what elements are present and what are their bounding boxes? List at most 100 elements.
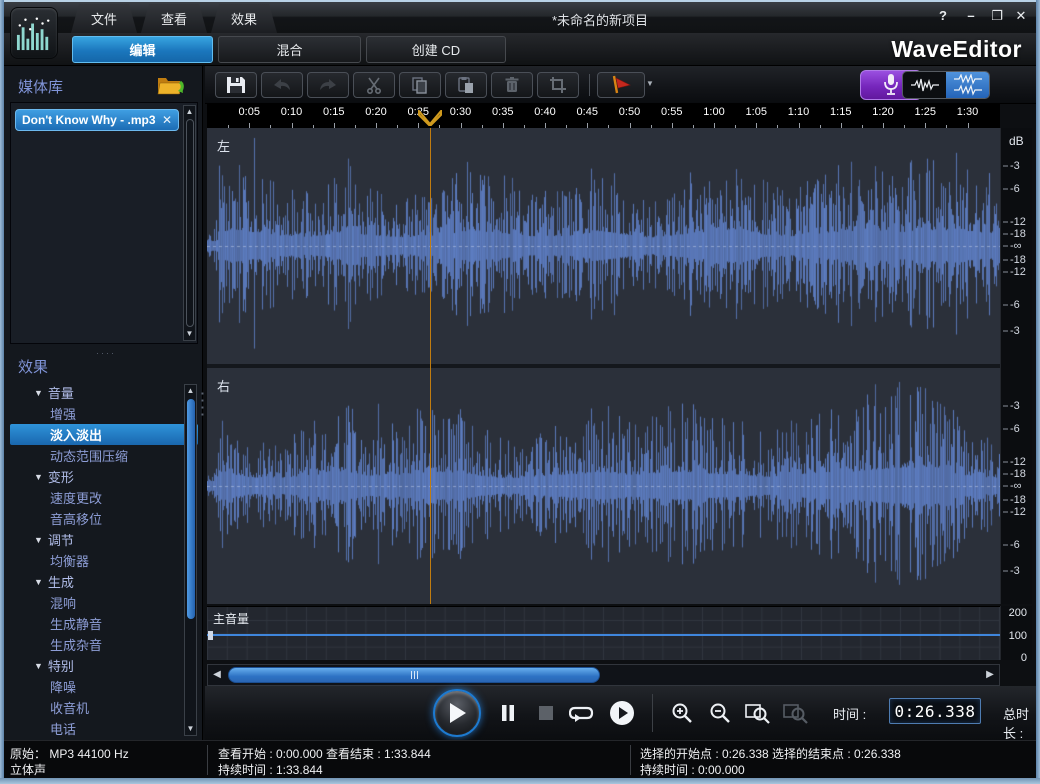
collapse-arrow-icon[interactable]: ▼ bbox=[34, 388, 43, 398]
pause-icon bbox=[501, 704, 515, 722]
zoom-in-button[interactable] bbox=[667, 698, 697, 728]
close-button[interactable]: ✕ bbox=[1010, 7, 1032, 25]
open-folder-icon[interactable] bbox=[156, 72, 188, 103]
sidebar-resize-grip[interactable]: ▪▪▪▪ bbox=[201, 390, 204, 418]
db-tick-label: -6 bbox=[1010, 183, 1020, 195]
single-waveform-view-button[interactable] bbox=[903, 72, 946, 98]
stop-button[interactable] bbox=[531, 698, 561, 728]
crop-button[interactable] bbox=[537, 72, 579, 98]
media-list-scrollbar[interactable]: ▲ ▼ bbox=[183, 105, 196, 341]
effect-tree-item[interactable]: 均衡器 bbox=[10, 550, 198, 571]
scroll-down-icon[interactable]: ▼ bbox=[185, 724, 196, 734]
effect-tree-item[interactable]: ▼特别 bbox=[10, 655, 198, 676]
effect-tree-item[interactable]: 生成静音 bbox=[10, 613, 198, 634]
effect-tree-item[interactable]: 生成杂音 bbox=[10, 634, 198, 655]
ruler-tick-label: 1:20 bbox=[872, 106, 893, 118]
save-icon bbox=[226, 76, 246, 94]
ruler-tick-label: 0:15 bbox=[323, 106, 344, 118]
panel-splitter[interactable]: ···· bbox=[96, 348, 116, 358]
total-duration-label: 总时长 : bbox=[1003, 704, 1036, 742]
tab-mix[interactable]: 混合 bbox=[218, 36, 361, 63]
effects-scrollbar[interactable]: ▲ ▼ bbox=[184, 384, 197, 736]
dual-waveform-view-button[interactable] bbox=[946, 72, 989, 98]
paste-button[interactable] bbox=[445, 72, 487, 98]
effect-tree-item[interactable]: ▼音量 bbox=[10, 382, 198, 403]
left-channel-waveform[interactable] bbox=[207, 128, 1000, 364]
collapse-arrow-icon[interactable]: ▼ bbox=[34, 535, 43, 545]
time-display[interactable]: 0:26.338 bbox=[889, 698, 981, 724]
effect-tree-item[interactable]: 淡入淡出 bbox=[10, 424, 198, 445]
marker-flag-button[interactable] bbox=[597, 72, 645, 98]
playhead-marker[interactable] bbox=[418, 110, 442, 131]
effect-tree-item[interactable]: 降噪 bbox=[10, 676, 198, 697]
media-item[interactable]: Don't Know Why - .mp3 ✕ bbox=[15, 109, 179, 131]
right-channel[interactable]: 右 bbox=[207, 368, 1000, 604]
loop-button[interactable] bbox=[567, 698, 597, 728]
volume-envelope-line[interactable] bbox=[207, 634, 1000, 636]
undo-button[interactable] bbox=[261, 72, 303, 98]
scroll-left-icon[interactable]: ◀ bbox=[208, 665, 226, 685]
effect-label: 变形 bbox=[48, 467, 74, 486]
effect-tree-item[interactable]: ▼ 变形 bbox=[10, 466, 198, 487]
zoom-out-button[interactable] bbox=[705, 698, 735, 728]
master-volume-track[interactable]: 主音量 bbox=[207, 606, 1000, 660]
collapse-arrow-icon[interactable]: ▼ bbox=[34, 577, 43, 587]
effect-tree-item[interactable]: 增强 bbox=[10, 403, 198, 424]
timeline-ruler[interactable]: 0:050:100:150:200:250:300:350:400:450:50… bbox=[207, 104, 1000, 128]
scroll-up-icon[interactable]: ▲ bbox=[184, 107, 195, 117]
loop-icon bbox=[569, 704, 595, 722]
scroll-right-icon[interactable]: ▶ bbox=[981, 665, 999, 685]
ruler-tick-label: 0:50 bbox=[619, 106, 640, 118]
effect-tree-item[interactable]: ▼生成 bbox=[10, 571, 198, 592]
collapse-arrow-icon[interactable]: ▼ bbox=[34, 661, 43, 671]
menu-effects[interactable]: 效果 bbox=[211, 4, 277, 33]
right-channel-waveform[interactable] bbox=[207, 368, 1000, 604]
effect-label: 降噪 bbox=[50, 677, 76, 696]
redo-icon bbox=[317, 77, 339, 93]
scrollbar-thumb[interactable] bbox=[228, 667, 600, 683]
scroll-thumb[interactable] bbox=[187, 399, 195, 619]
play-button[interactable] bbox=[433, 689, 481, 737]
menu-file[interactable]: 文件 bbox=[71, 4, 137, 33]
waveform-area: 左 右 bbox=[207, 128, 1000, 604]
flag-dropdown-arrow-icon[interactable]: ▼ bbox=[646, 79, 654, 88]
play-circle-icon bbox=[609, 700, 635, 726]
delete-button[interactable] bbox=[491, 72, 533, 98]
collapse-arrow-icon[interactable]: ▼ bbox=[34, 472, 43, 482]
scroll-up-icon[interactable]: ▲ bbox=[185, 386, 196, 396]
horizontal-scrollbar[interactable]: ◀ ▶ bbox=[207, 664, 1000, 686]
zoom-selection-button[interactable] bbox=[743, 698, 773, 728]
cut-button[interactable] bbox=[353, 72, 395, 98]
ruler-tick-label: 1:25 bbox=[915, 106, 936, 118]
media-item-close-icon[interactable]: ✕ bbox=[162, 113, 172, 127]
play-selection-button[interactable] bbox=[607, 698, 637, 728]
menu-view[interactable]: 查看 bbox=[141, 4, 207, 33]
effect-tree-item[interactable]: 混响 bbox=[10, 592, 198, 613]
effect-tree-item[interactable]: 音高移位 bbox=[10, 508, 198, 529]
redo-button[interactable] bbox=[307, 72, 349, 98]
effect-tree-item[interactable]: 电话 bbox=[10, 718, 198, 738]
effect-tree-item[interactable]: 收音机 bbox=[10, 697, 198, 718]
right-channel-label: 右 bbox=[217, 376, 230, 395]
effect-tree-item[interactable]: ▼调节 bbox=[10, 529, 198, 550]
maximize-button[interactable]: ❐ bbox=[986, 7, 1008, 25]
tab-create-cd[interactable]: 创建 CD bbox=[366, 36, 506, 63]
playhead-line[interactable] bbox=[430, 128, 431, 604]
effect-tree-item[interactable]: 速度更改 bbox=[10, 487, 198, 508]
cut-icon bbox=[365, 76, 383, 94]
minimize-button[interactable]: – bbox=[960, 7, 982, 25]
view-range: 查看开始 : 0:00.000 查看结束 : 1:33.844 bbox=[218, 745, 431, 762]
zoom-all-button[interactable] bbox=[781, 698, 811, 728]
save-button[interactable] bbox=[215, 72, 257, 98]
copy-button[interactable] bbox=[399, 72, 441, 98]
scroll-thumb[interactable] bbox=[186, 119, 194, 327]
window-border-bottom bbox=[0, 778, 1040, 784]
help-button[interactable]: ? bbox=[932, 7, 954, 25]
tab-edit[interactable]: 编辑 bbox=[72, 36, 213, 63]
left-channel[interactable]: 左 bbox=[207, 128, 1000, 364]
pause-button[interactable] bbox=[493, 698, 523, 728]
volume-envelope-handle[interactable] bbox=[208, 631, 213, 640]
scroll-down-icon[interactable]: ▼ bbox=[184, 329, 195, 339]
db-tick-mark bbox=[1003, 189, 1008, 190]
effect-tree-item[interactable]: 动态范围压缩 bbox=[10, 445, 198, 466]
